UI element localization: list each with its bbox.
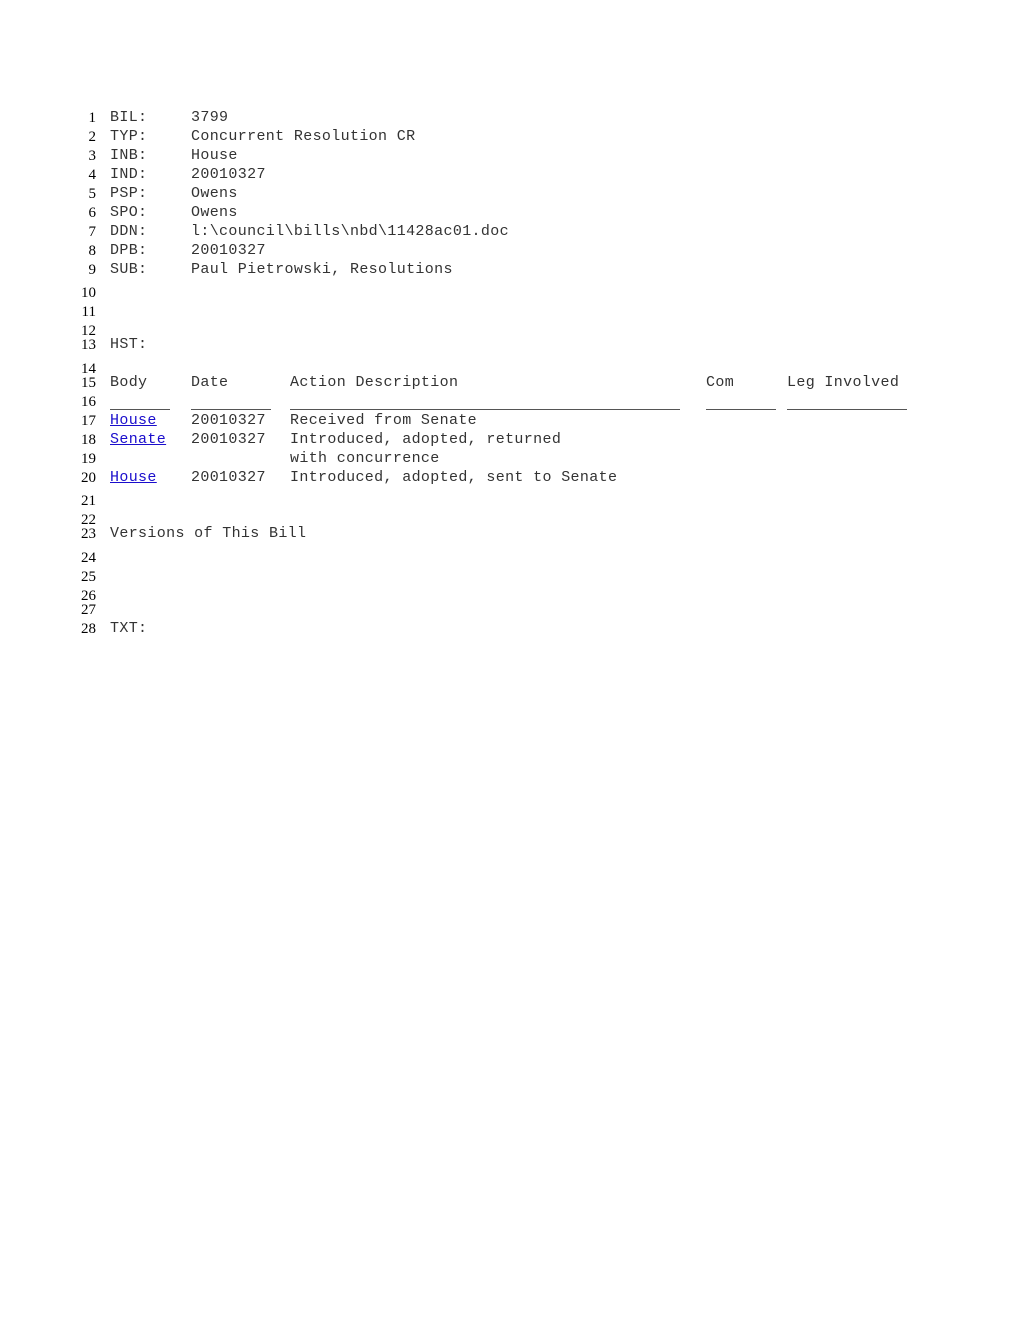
field-label: PSP:	[110, 185, 148, 202]
line-number: 23	[81, 526, 96, 542]
line-number: 6	[88, 205, 97, 221]
field-label: SUB:	[110, 261, 148, 278]
header-rule	[787, 409, 907, 410]
line-number: 5	[88, 186, 97, 202]
column-header-leg: Leg Involved	[787, 374, 900, 391]
line-number: 16	[81, 394, 96, 410]
column-header-body: Body	[110, 374, 148, 391]
row-action: Received from Senate	[290, 412, 478, 429]
line-number: 25	[81, 569, 96, 585]
field-value-inb: House	[191, 147, 238, 164]
versions-heading: Versions of This Bill	[110, 525, 307, 542]
field-value-ind: 20010327	[191, 166, 266, 183]
field-label: DPB:	[110, 242, 148, 259]
line-number: 15	[81, 375, 96, 391]
body-link-house[interactable]: House	[110, 470, 157, 486]
line-number: 21	[81, 493, 96, 509]
field-label: INB:	[110, 147, 148, 164]
line-number: 27	[81, 602, 96, 618]
field-label: BIL:	[110, 109, 148, 126]
history-label: HST:	[110, 336, 148, 353]
row-date: 20010327	[191, 469, 266, 486]
field-value-sub: Paul Pietrowski, Resolutions	[191, 261, 453, 278]
row-action-continued: with concurrence	[290, 450, 440, 467]
field-value-bil: 3799	[191, 109, 229, 126]
column-header-date: Date	[191, 374, 229, 391]
line-number: 13	[81, 337, 96, 353]
row-action: Introduced, adopted, sent to Senate	[290, 469, 618, 486]
line-number: 17	[81, 413, 96, 429]
field-label: SPO:	[110, 204, 148, 221]
line-number: 9	[88, 262, 97, 278]
line-number: 3	[88, 148, 97, 164]
line-number: 24	[81, 550, 96, 566]
header-rule	[191, 409, 271, 410]
line-number: 19	[81, 451, 96, 467]
column-header-com: Com	[706, 374, 735, 391]
field-value-typ: Concurrent Resolution CR	[191, 128, 416, 145]
body-link-senate[interactable]: Senate	[110, 432, 166, 448]
field-label: TYP:	[110, 128, 148, 145]
line-number: 7	[88, 224, 97, 240]
field-label: DDN:	[110, 223, 148, 240]
field-value-dpb: 20010327	[191, 242, 266, 259]
line-number: 18	[81, 432, 96, 448]
line-number: 10	[81, 285, 96, 301]
body-link-house[interactable]: House	[110, 413, 157, 429]
line-number: 20	[81, 470, 96, 486]
row-date: 20010327	[191, 431, 266, 448]
row-date: 20010327	[191, 412, 266, 429]
line-number: 28	[81, 621, 96, 637]
line-number: 11	[81, 304, 96, 320]
line-number: 8	[88, 243, 97, 259]
row-action: Introduced, adopted, returned	[290, 431, 562, 448]
txt-label: TXT:	[110, 620, 148, 637]
line-number: 1	[88, 110, 97, 126]
header-rule	[110, 409, 170, 410]
field-value-psp: Owens	[191, 185, 238, 202]
field-label: IND:	[110, 166, 148, 183]
field-value-spo: Owens	[191, 204, 238, 221]
column-header-action: Action Description	[290, 374, 459, 391]
line-number: 2	[88, 129, 97, 145]
line-number: 4	[88, 167, 97, 183]
header-rule	[290, 409, 680, 410]
field-value-ddn: l:\council\bills\nbd\11428ac01.doc	[191, 223, 509, 240]
header-rule	[706, 409, 776, 410]
